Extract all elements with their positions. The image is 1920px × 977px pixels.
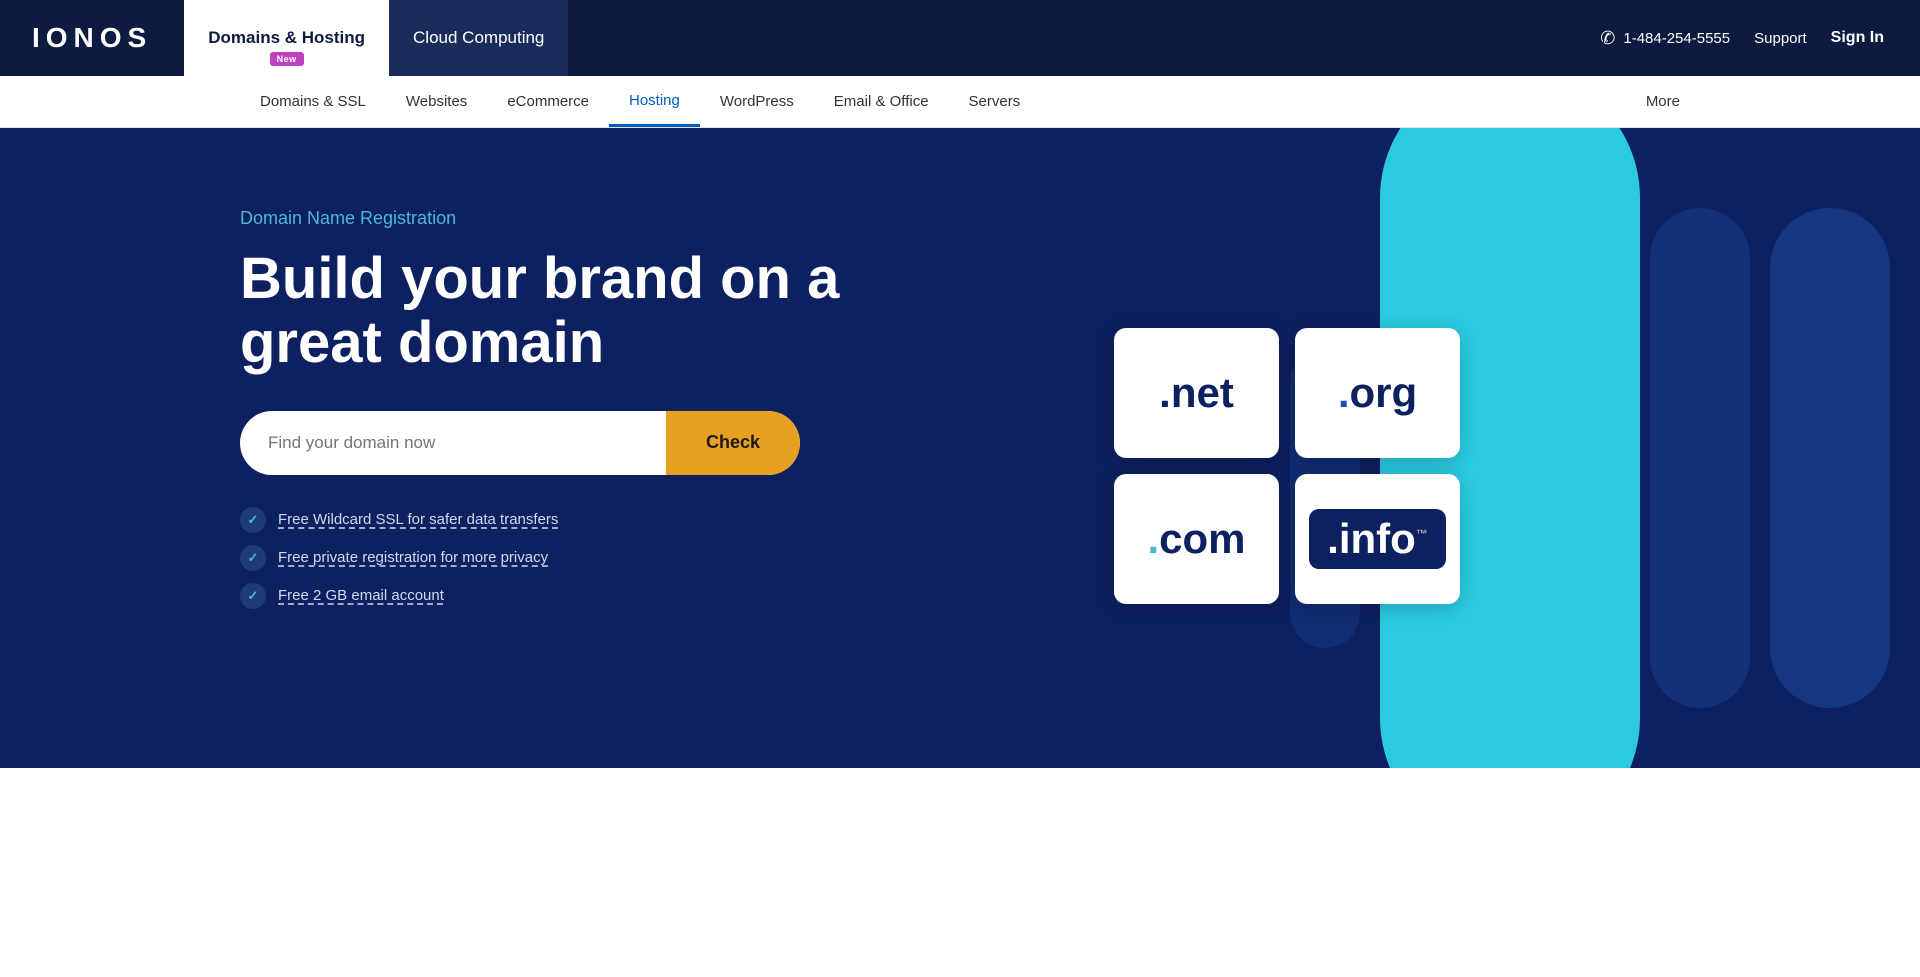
logo: IONOS (32, 22, 152, 54)
hero-section: .net .org .com .info™ Domain Name Regist… (0, 128, 1920, 768)
domain-tile-com: .com (1114, 474, 1279, 604)
tab-cloud-computing[interactable]: Cloud Computing (389, 0, 568, 76)
domain-tile-info: .info™ (1295, 474, 1460, 604)
sub-navigation: Domains & SSL Websites eCommerce Hosting… (0, 76, 1920, 128)
tab-domains-hosting[interactable]: Domains & Hosting New (184, 0, 389, 76)
sign-in-button[interactable]: Sign In (1831, 29, 1884, 47)
support-link[interactable]: Support (1754, 30, 1807, 47)
domain-net-label: .net (1159, 369, 1234, 417)
feature-email: Free 2 GB email account (240, 583, 890, 609)
hero-title: Build your brand on a great domain (240, 247, 890, 375)
shape-right-pill-2 (1650, 208, 1750, 708)
subnav-domains-ssl[interactable]: Domains & SSL (240, 76, 386, 127)
search-button[interactable]: Check (666, 411, 800, 475)
domain-info-box: .info™ (1309, 509, 1446, 569)
new-badge: New (270, 52, 304, 66)
feature-ssl-text: Free Wildcard SSL for safer data transfe… (278, 511, 558, 528)
check-icon-privacy (240, 545, 266, 571)
subnav-email-office[interactable]: Email & Office (814, 76, 949, 127)
feature-privacy-text: Free private registration for more priva… (278, 549, 548, 566)
domain-tile-net: .net (1114, 328, 1279, 458)
hero-content: Domain Name Registration Build your bran… (240, 208, 890, 609)
logo-area: IONOS (0, 0, 184, 76)
domain-tile-org: .org (1295, 328, 1460, 458)
feature-privacy: Free private registration for more priva… (240, 545, 890, 571)
top-navigation: IONOS Domains & Hosting New Cloud Comput… (0, 0, 1920, 76)
domain-info-label: .info™ (1327, 515, 1428, 562)
subnav-websites[interactable]: Websites (386, 76, 487, 127)
phone-area[interactable]: ✆ 1-484-254-5555 (1600, 28, 1730, 49)
check-icon-email (240, 583, 266, 609)
feature-ssl: Free Wildcard SSL for safer data transfe… (240, 507, 890, 533)
domain-org-label: .org (1338, 369, 1417, 417)
search-input[interactable] (240, 433, 666, 453)
feature-email-text: Free 2 GB email account (278, 587, 444, 604)
domain-tiles-grid: .net .org .com .info™ (1114, 328, 1460, 604)
subnav-ecommerce[interactable]: eCommerce (487, 76, 609, 127)
hero-subtitle: Domain Name Registration (240, 208, 890, 229)
domain-com-label: .com (1147, 515, 1245, 563)
domain-search-bar: Check (240, 411, 800, 475)
phone-icon: ✆ (1600, 28, 1615, 49)
subnav-hosting[interactable]: Hosting (609, 76, 700, 127)
subnav-more[interactable]: More (1646, 93, 1680, 110)
subnav-wordpress[interactable]: WordPress (700, 76, 814, 127)
feature-list: Free Wildcard SSL for safer data transfe… (240, 507, 890, 609)
top-nav-right: ✆ 1-484-254-5555 Support Sign In (1600, 0, 1920, 76)
phone-number: 1-484-254-5555 (1623, 30, 1730, 47)
check-icon-ssl (240, 507, 266, 533)
shape-right-pill-1 (1770, 208, 1890, 708)
nav-tabs: Domains & Hosting New Cloud Computing (184, 0, 568, 76)
subnav-servers[interactable]: Servers (949, 76, 1041, 127)
